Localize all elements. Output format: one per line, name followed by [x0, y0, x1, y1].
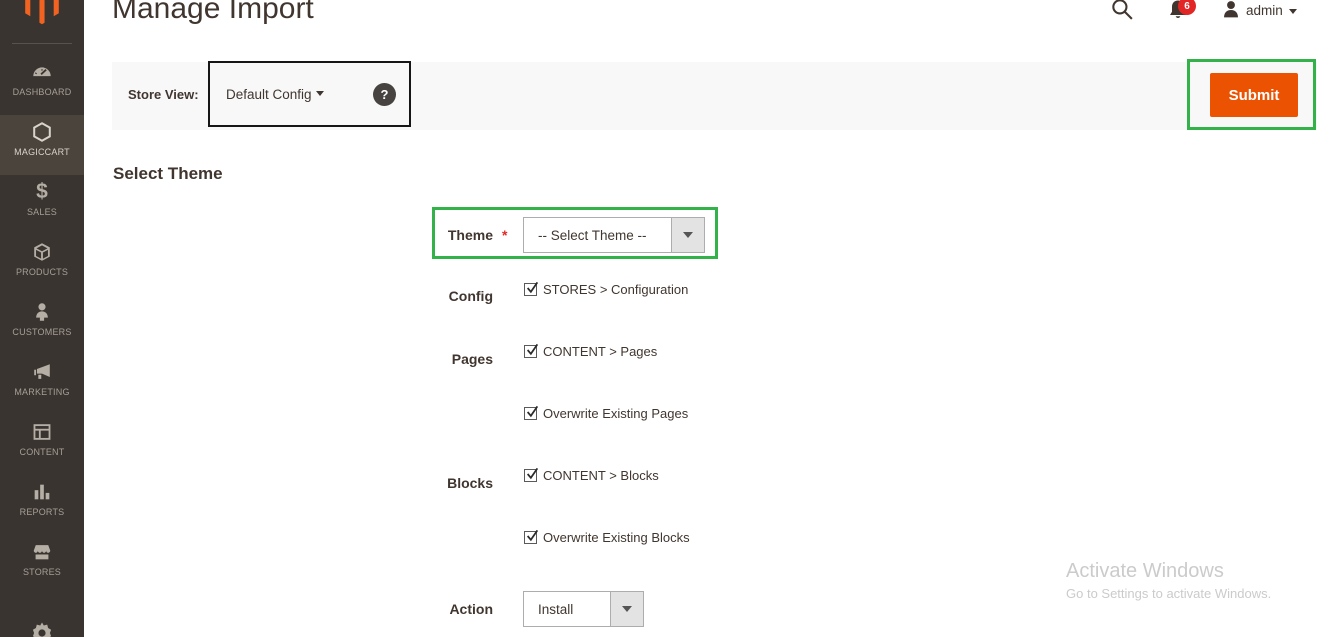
sidebar-item-products[interactable]: PRODUCTS: [0, 235, 84, 295]
pages-checkbox-row: CONTENT > Pages: [524, 344, 657, 359]
manage-import-screen: DASHBOARD MAGICCART $ SALES PRODUCTS: [0, 0, 1343, 637]
sidebar-item-customers[interactable]: CUSTOMERS: [0, 295, 84, 355]
chevron-down-icon: [622, 606, 632, 612]
help-icon[interactable]: ?: [373, 83, 396, 106]
sidebar-item-label: DASHBOARD: [13, 87, 72, 97]
checkbox-stores-configuration[interactable]: [524, 283, 537, 296]
activate-windows-watermark: Activate Windows: [1066, 560, 1224, 583]
sales-dollar-icon: $: [36, 180, 48, 204]
stores-storefront-icon: [31, 540, 53, 564]
sidebar-item-label: MARKETING: [14, 387, 69, 397]
checkbox-content-pages[interactable]: [524, 345, 537, 358]
sidebar-item-label: REPORTS: [20, 507, 65, 517]
marketing-megaphone-icon: [31, 360, 53, 384]
reports-barchart-icon: [31, 480, 53, 504]
magiccart-hexagon-icon: [31, 120, 53, 144]
chevron-down-icon[interactable]: [316, 91, 324, 96]
page-title: Manage Import: [112, 0, 314, 26]
chevron-down-icon: [1289, 9, 1297, 14]
sidebar-item-dashboard[interactable]: DASHBOARD: [0, 55, 84, 115]
checkbox-label: Overwrite Existing Pages: [543, 406, 688, 421]
theme-select[interactable]: -- Select Theme --: [523, 217, 705, 253]
config-checkbox-row: STORES > Configuration: [524, 282, 688, 297]
section-heading: Select Theme: [113, 164, 223, 184]
pages-label: Pages: [363, 351, 493, 367]
sidebar-item-magiccart[interactable]: MAGICCART: [0, 115, 84, 175]
theme-select-value: -- Select Theme --: [524, 228, 647, 243]
activate-windows-subtext: Go to Settings to activate Windows.: [1066, 586, 1271, 601]
notification-count-badge[interactable]: 6: [1178, 0, 1196, 15]
sidebar-item-label: PRODUCTS: [16, 267, 68, 277]
action-select[interactable]: Install: [523, 591, 644, 627]
action-select-caret-button: [610, 592, 643, 626]
theme-select-caret-button: [671, 218, 704, 252]
action-label: Action: [363, 601, 493, 617]
sidebar-item-label: STORES: [23, 567, 61, 577]
sidebar-item-label: CONTENT: [20, 447, 65, 457]
system-gear-icon: [30, 621, 54, 637]
sidebar-item-stores[interactable]: STORES: [0, 535, 84, 595]
search-icon[interactable]: [1110, 0, 1135, 27]
checkbox-label: CONTENT > Blocks: [543, 468, 659, 483]
blocks-checkbox-row: CONTENT > Blocks: [524, 468, 659, 483]
sidebar-item-label: CUSTOMERS: [12, 327, 71, 337]
checkbox-content-blocks[interactable]: [524, 469, 537, 482]
config-label: Config: [363, 288, 493, 304]
checkbox-label: Overwrite Existing Blocks: [543, 530, 690, 545]
dashboard-gauge-icon: [31, 60, 53, 84]
overwrite-pages-checkbox-row: Overwrite Existing Pages: [524, 406, 688, 421]
blocks-label: Blocks: [363, 475, 493, 491]
store-view-label: Store View:: [128, 87, 199, 102]
checkbox-label: STORES > Configuration: [543, 282, 688, 297]
checkbox-overwrite-existing-pages[interactable]: [524, 407, 537, 420]
customers-person-icon: [31, 300, 53, 324]
content-layout-icon: [31, 420, 53, 444]
sidebar-item-label: MAGICCART: [14, 147, 70, 157]
sidebar-item-sales[interactable]: $ SALES: [0, 175, 84, 235]
action-select-value: Install: [524, 602, 573, 617]
required-asterisk: *: [502, 227, 507, 243]
chevron-down-icon: [683, 232, 693, 238]
sidebar-item-system[interactable]: [0, 616, 84, 637]
admin-sidebar: DASHBOARD MAGICCART $ SALES PRODUCTS: [0, 0, 84, 637]
sidebar-item-reports[interactable]: REPORTS: [0, 475, 84, 535]
products-box-icon: [31, 240, 53, 264]
overwrite-blocks-checkbox-row: Overwrite Existing Blocks: [524, 530, 690, 545]
submit-button[interactable]: Submit: [1210, 73, 1298, 117]
user-icon[interactable]: [1220, 0, 1242, 26]
store-view-switcher[interactable]: Default Config: [226, 87, 312, 102]
magento-logo-icon[interactable]: [0, 0, 84, 43]
checkbox-overwrite-existing-blocks[interactable]: [524, 531, 537, 544]
theme-label: Theme: [363, 227, 493, 243]
magento-logo-glyph: [24, 0, 60, 25]
sidebar-item-marketing[interactable]: MARKETING: [0, 355, 84, 415]
sidebar-nav: DASHBOARD MAGICCART $ SALES PRODUCTS: [0, 44, 84, 637]
admin-user-menu[interactable]: admin: [1246, 3, 1283, 18]
sidebar-item-content[interactable]: CONTENT: [0, 415, 84, 475]
checkbox-label: CONTENT > Pages: [543, 344, 657, 359]
sidebar-item-label: SALES: [27, 207, 57, 217]
